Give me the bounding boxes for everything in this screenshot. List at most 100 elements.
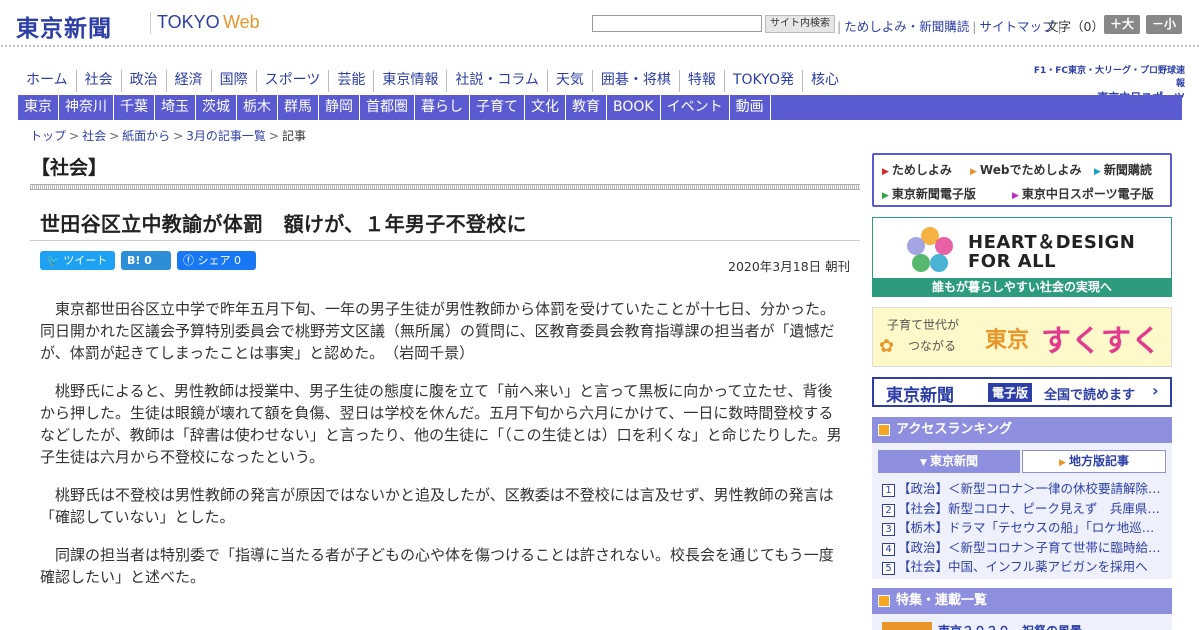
promo-epaper-link[interactable]: ▶ 東京新聞電子版 — [882, 185, 976, 202]
region-shizuoka[interactable]: 静岡 — [319, 95, 360, 120]
nav-go-shogi[interactable]: 囲碁・将棋 — [593, 70, 680, 92]
heart-design-logo-icon — [907, 227, 953, 272]
facebook-share-label: シェア 0 — [197, 254, 242, 267]
ranking-item[interactable]: 2【社会】新型コロナ、ピーク見えず 兵庫県で感染者が増加 — [882, 499, 1162, 519]
region-tokyo[interactable]: 東京 — [18, 95, 59, 120]
trial-subscribe-link[interactable]: ためしよみ・新聞購読 — [844, 19, 969, 34]
main-nav: ホーム 社会 政治 経済 国際 スポーツ 芸能 東京情報 社説・コラム 天気 囲… — [18, 70, 847, 92]
article-date: 2020年3月18日 朝刊 — [728, 259, 851, 274]
section-marker-icon — [878, 424, 890, 436]
nav-home[interactable]: ホーム — [18, 70, 77, 92]
topic-video[interactable]: 動画 — [730, 95, 771, 120]
promo-web-trial-label: Webでためしよみ — [979, 163, 1082, 177]
facebook-share-button[interactable]: ⓕ シェア 0 — [177, 251, 256, 270]
breadcrumb-society[interactable]: 社会 — [82, 129, 106, 143]
topic-parenting[interactable]: 子育て — [470, 95, 525, 120]
ranking-title: アクセスランキング — [896, 422, 1012, 437]
article-body: 東京都世田谷区立中学で昨年五月下旬、一年の男子生徒が男性教師から体罰を受けていた… — [40, 298, 846, 604]
logo-web-text[interactable]: Web — [223, 12, 260, 33]
ranking-item-text: 【政治】＜新型コロナ＞一律の休校要請解除へ 首相 全国的な流行ない — [898, 481, 1162, 496]
rank-number: 2 — [882, 503, 895, 517]
tab-ranking-local[interactable]: ▶ 地方版記事 — [1022, 450, 1166, 473]
site-logo[interactable]: 東京新聞 — [16, 9, 112, 43]
sitemap-link[interactable]: サイトマップ — [979, 19, 1054, 34]
tokyo-sukusuku-banner[interactable]: 子育て世代が つながる ✿ 東京 すくすく — [872, 307, 1172, 367]
link-separator: | — [972, 19, 977, 34]
triangle-right-icon: ▶ — [1058, 458, 1070, 468]
nav-kakushin[interactable]: 核心 — [803, 70, 847, 92]
region-ibaraki[interactable]: 茨城 — [196, 95, 237, 120]
article-paragraph: 桃野氏によると、男性教師は授業中、男子生徒の態度に腹を立て「前へ来い」と言って黒… — [40, 382, 842, 466]
ranking-item-text: 【社会】中国、インフル薬アビガンを採用へ — [898, 559, 1148, 574]
logo-tokyo-text[interactable]: TOKYO — [157, 12, 220, 33]
tab-ranking-tokyo-label: 東京新聞 — [930, 454, 979, 468]
region-saitama[interactable]: 埼玉 — [155, 95, 196, 120]
ranking-item[interactable]: 1【政治】＜新型コロナ＞一律の休校要請解除へ 首相 全国的な流行ない — [882, 479, 1162, 499]
sukusuku-tagline-2: つながる — [908, 339, 957, 353]
nav-tokyo-hatsu[interactable]: TOKYO発 — [725, 70, 803, 92]
topic-education[interactable]: 教育 — [566, 95, 607, 120]
region-gunma[interactable]: 群馬 — [278, 95, 319, 120]
nav-sports[interactable]: スポーツ — [257, 70, 330, 92]
region-metropolitan[interactable]: 首都圏 — [360, 95, 415, 120]
nav-politics[interactable]: 政治 — [122, 70, 167, 92]
topic-living[interactable]: 暮らし — [415, 95, 470, 120]
link-separator: | — [837, 19, 842, 34]
nav-economy[interactable]: 経済 — [167, 70, 212, 92]
feature-thumbnail[interactable] — [882, 622, 932, 630]
promo-chunichi-epaper-label: 東京中日スポーツ電子版 — [1021, 187, 1154, 201]
feature-item-text[interactable]: 東京２０２０ 祝祭の風景 — [938, 622, 1082, 630]
promo-subscribe-link[interactable]: ▶ 新聞購読 — [1094, 161, 1152, 178]
promo-web-trial-link[interactable]: ▶ Webでためしよみ — [970, 161, 1081, 178]
site-search-input[interactable] — [592, 15, 762, 32]
subscription-promo-box: ▶ ためしよみ ▶ Webでためしよみ ▶ 新聞購読 ▶ 東京新聞電子版 ▶ 東京中日スポ… — [872, 153, 1172, 207]
breadcrumb-march-list[interactable]: 3月の記事一覧 — [186, 129, 266, 143]
nav-society[interactable]: 社会 — [77, 70, 122, 92]
arrow-right-icon: ▶ — [970, 167, 977, 177]
epaper-banner[interactable]: 東京新聞 電子版 全国で読めます › — [872, 377, 1172, 407]
epaper-logo-text: 東京新聞 — [886, 386, 954, 406]
topic-book[interactable]: BOOK — [607, 95, 661, 120]
ranking-item-text: 【社会】新型コロナ、ピーク見えず 兵庫県で感染者が増加 — [898, 500, 1162, 516]
ranking-item[interactable]: 5 【社会】中国、インフル薬アビガンを採用へ — [882, 557, 1162, 577]
font-size-label: 文字（0） — [1046, 19, 1104, 34]
topic-event[interactable]: イベント — [661, 95, 730, 120]
nav-special-report[interactable]: 特報 — [680, 70, 725, 92]
region-tochigi[interactable]: 栃木 — [237, 95, 278, 120]
region-kanagawa[interactable]: 神奈川 — [59, 95, 114, 120]
ranking-header: アクセスランキング — [872, 417, 1172, 443]
nav-tokyo-info[interactable]: 東京情報 — [374, 70, 448, 92]
sukusuku-tokyo-text: 東京 — [985, 328, 1030, 353]
promo-subscribe-label: 新聞購読 — [1103, 163, 1152, 177]
tab-ranking-tokyo[interactable]: ▼ 東京新聞 — [878, 450, 1020, 473]
promo-trial-link[interactable]: ▶ ためしよみ — [882, 161, 952, 178]
nav-weather[interactable]: 天気 — [548, 70, 593, 92]
nav-international[interactable]: 国際 — [212, 70, 257, 92]
header-links: | ためしよみ・新聞購読 | サイトマップ | — [834, 16, 1065, 35]
tweet-button[interactable]: 🐦 ツイート — [40, 251, 115, 270]
font-smaller-button[interactable]: －小 — [1146, 15, 1182, 34]
region-nav: 東京 神奈川 千葉 埼玉 茨城 栃木 群馬 静岡 首都圏 暮らし 子育て 文化 … — [18, 95, 1182, 120]
breadcrumb-separator: > — [109, 129, 120, 143]
promo-chunichi-epaper-link[interactable]: ▶ 東京中日スポーツ電子版 — [1012, 185, 1154, 202]
chunichi-sub-text: F1・FC東京・大リーグ・プロ野球速報 — [1033, 66, 1185, 89]
topic-culture[interactable]: 文化 — [525, 95, 566, 120]
nav-editorial[interactable]: 社説・コラム — [447, 70, 548, 92]
hatena-bookmark-button[interactable]: B! 0 — [121, 251, 171, 270]
heart-design-subtitle: FOR ALL — [968, 251, 1057, 272]
ranking-item[interactable]: 4【政治】＜新型コロナ＞子育て世帯に臨時給付金の検討 — [882, 538, 1162, 558]
font-bigger-button[interactable]: ＋大 — [1104, 15, 1140, 34]
header-dotted-divider — [0, 44, 1200, 48]
region-chiba[interactable]: 千葉 — [114, 95, 155, 120]
heart-design-banner[interactable]: HEART＆DESIGN FOR ALL 誰もが暮らしやすい社会の実現へ — [872, 217, 1172, 297]
article-title-divider — [30, 240, 860, 241]
breadcrumb-print[interactable]: 紙面から — [122, 129, 170, 143]
logo-divider — [150, 12, 151, 34]
rank-number: 4 — [882, 542, 895, 556]
section-title: 【社会】 — [31, 157, 108, 179]
site-search-button[interactable]: サイト内検索 — [765, 15, 835, 33]
nav-entertainment[interactable]: 芸能 — [329, 70, 375, 92]
flower-icon: ✿ — [879, 336, 895, 357]
ranking-item[interactable]: 3【栃木】ドラマ「テセウスの船」「ロケ地巡り」で話題 — [882, 518, 1162, 538]
breadcrumb-top[interactable]: トップ — [30, 129, 66, 143]
